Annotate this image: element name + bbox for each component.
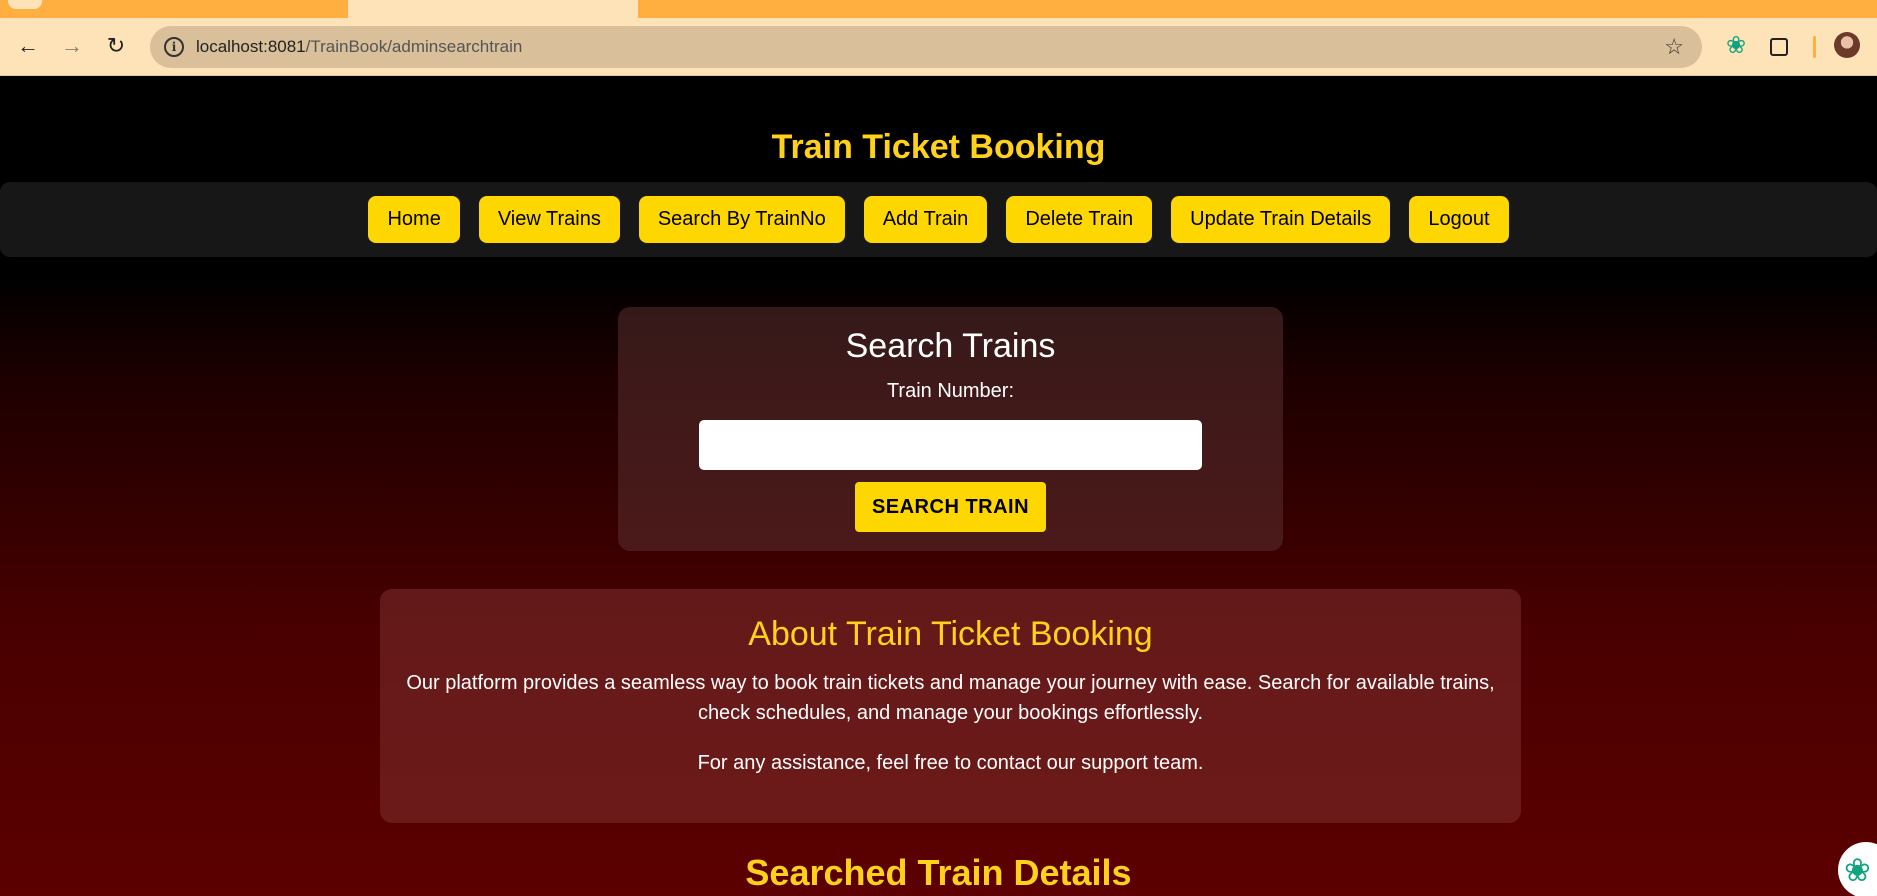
nav-logout[interactable]: Logout [1409, 196, 1509, 243]
search-title: Search Trains [845, 327, 1056, 365]
extensions-puzzle-icon[interactable] [1766, 32, 1794, 60]
tab-favicon [8, 0, 42, 9]
nav-view-trains[interactable]: View Trains [478, 196, 620, 243]
tab-inactive[interactable] [0, 0, 348, 18]
profile-avatar[interactable] [1834, 32, 1860, 58]
nav-add-train[interactable]: Add Train [863, 196, 988, 243]
nav-search-by-trainno[interactable]: Search By TrainNo [638, 196, 845, 243]
address-bar[interactable]: i localhost:8081/TrainBook/adminsearchtr… [150, 26, 1702, 68]
main-navbar: Home View Trains Search By TrainNo Add T… [0, 182, 1877, 257]
tab-inactive-2[interactable] [640, 0, 1877, 18]
nav-delete-train[interactable]: Delete Train [1006, 196, 1153, 243]
browser-toolbar: ← → ↻ i localhost:8081/TrainBook/adminse… [0, 18, 1877, 76]
forward-arrow-icon[interactable]: → [56, 30, 88, 62]
toolbar-separator [1813, 36, 1816, 58]
search-train-button[interactable]: SEARCH TRAIN [855, 482, 1046, 532]
tab-strip [0, 0, 1877, 18]
about-title: About Train Ticket Booking [748, 615, 1153, 653]
url-path: /TrainBook/adminsearchtrain [305, 37, 523, 56]
tab-active[interactable] [348, 0, 638, 18]
site-info-icon[interactable]: i [164, 37, 184, 57]
back-arrow-icon[interactable]: ← [12, 30, 44, 62]
about-support-text: For any assistance, feel free to contact… [697, 752, 1204, 774]
address-url[interactable]: localhost:8081/TrainBook/adminsearchtrai… [196, 37, 522, 57]
page-body: Train Ticket Booking Home View Trains Se… [0, 77, 1877, 896]
nav-home[interactable]: Home [368, 196, 460, 243]
bookmark-star-icon[interactable]: ☆ [1664, 34, 1684, 60]
about-card: About Train Ticket Booking Our platform … [380, 589, 1521, 823]
train-number-label: Train Number: [886, 380, 1015, 402]
search-trains-card: Search Trains Train Number: SEARCH TRAIN [618, 307, 1283, 551]
site-title: Train Ticket Booking [771, 128, 1106, 166]
chatgpt-extension-icon[interactable]: ❀ [1722, 32, 1750, 60]
reload-icon[interactable]: ↻ [100, 30, 132, 62]
url-host: localhost:8081 [196, 37, 306, 56]
about-paragraph: Our platform provides a seamless way to … [406, 672, 1495, 724]
train-number-input[interactable] [699, 420, 1202, 470]
site-header: Train Ticket Booking [0, 77, 1877, 182]
nav-update-train-details[interactable]: Update Train Details [1171, 196, 1391, 243]
searched-train-details-title: Searched Train Details [745, 852, 1132, 893]
